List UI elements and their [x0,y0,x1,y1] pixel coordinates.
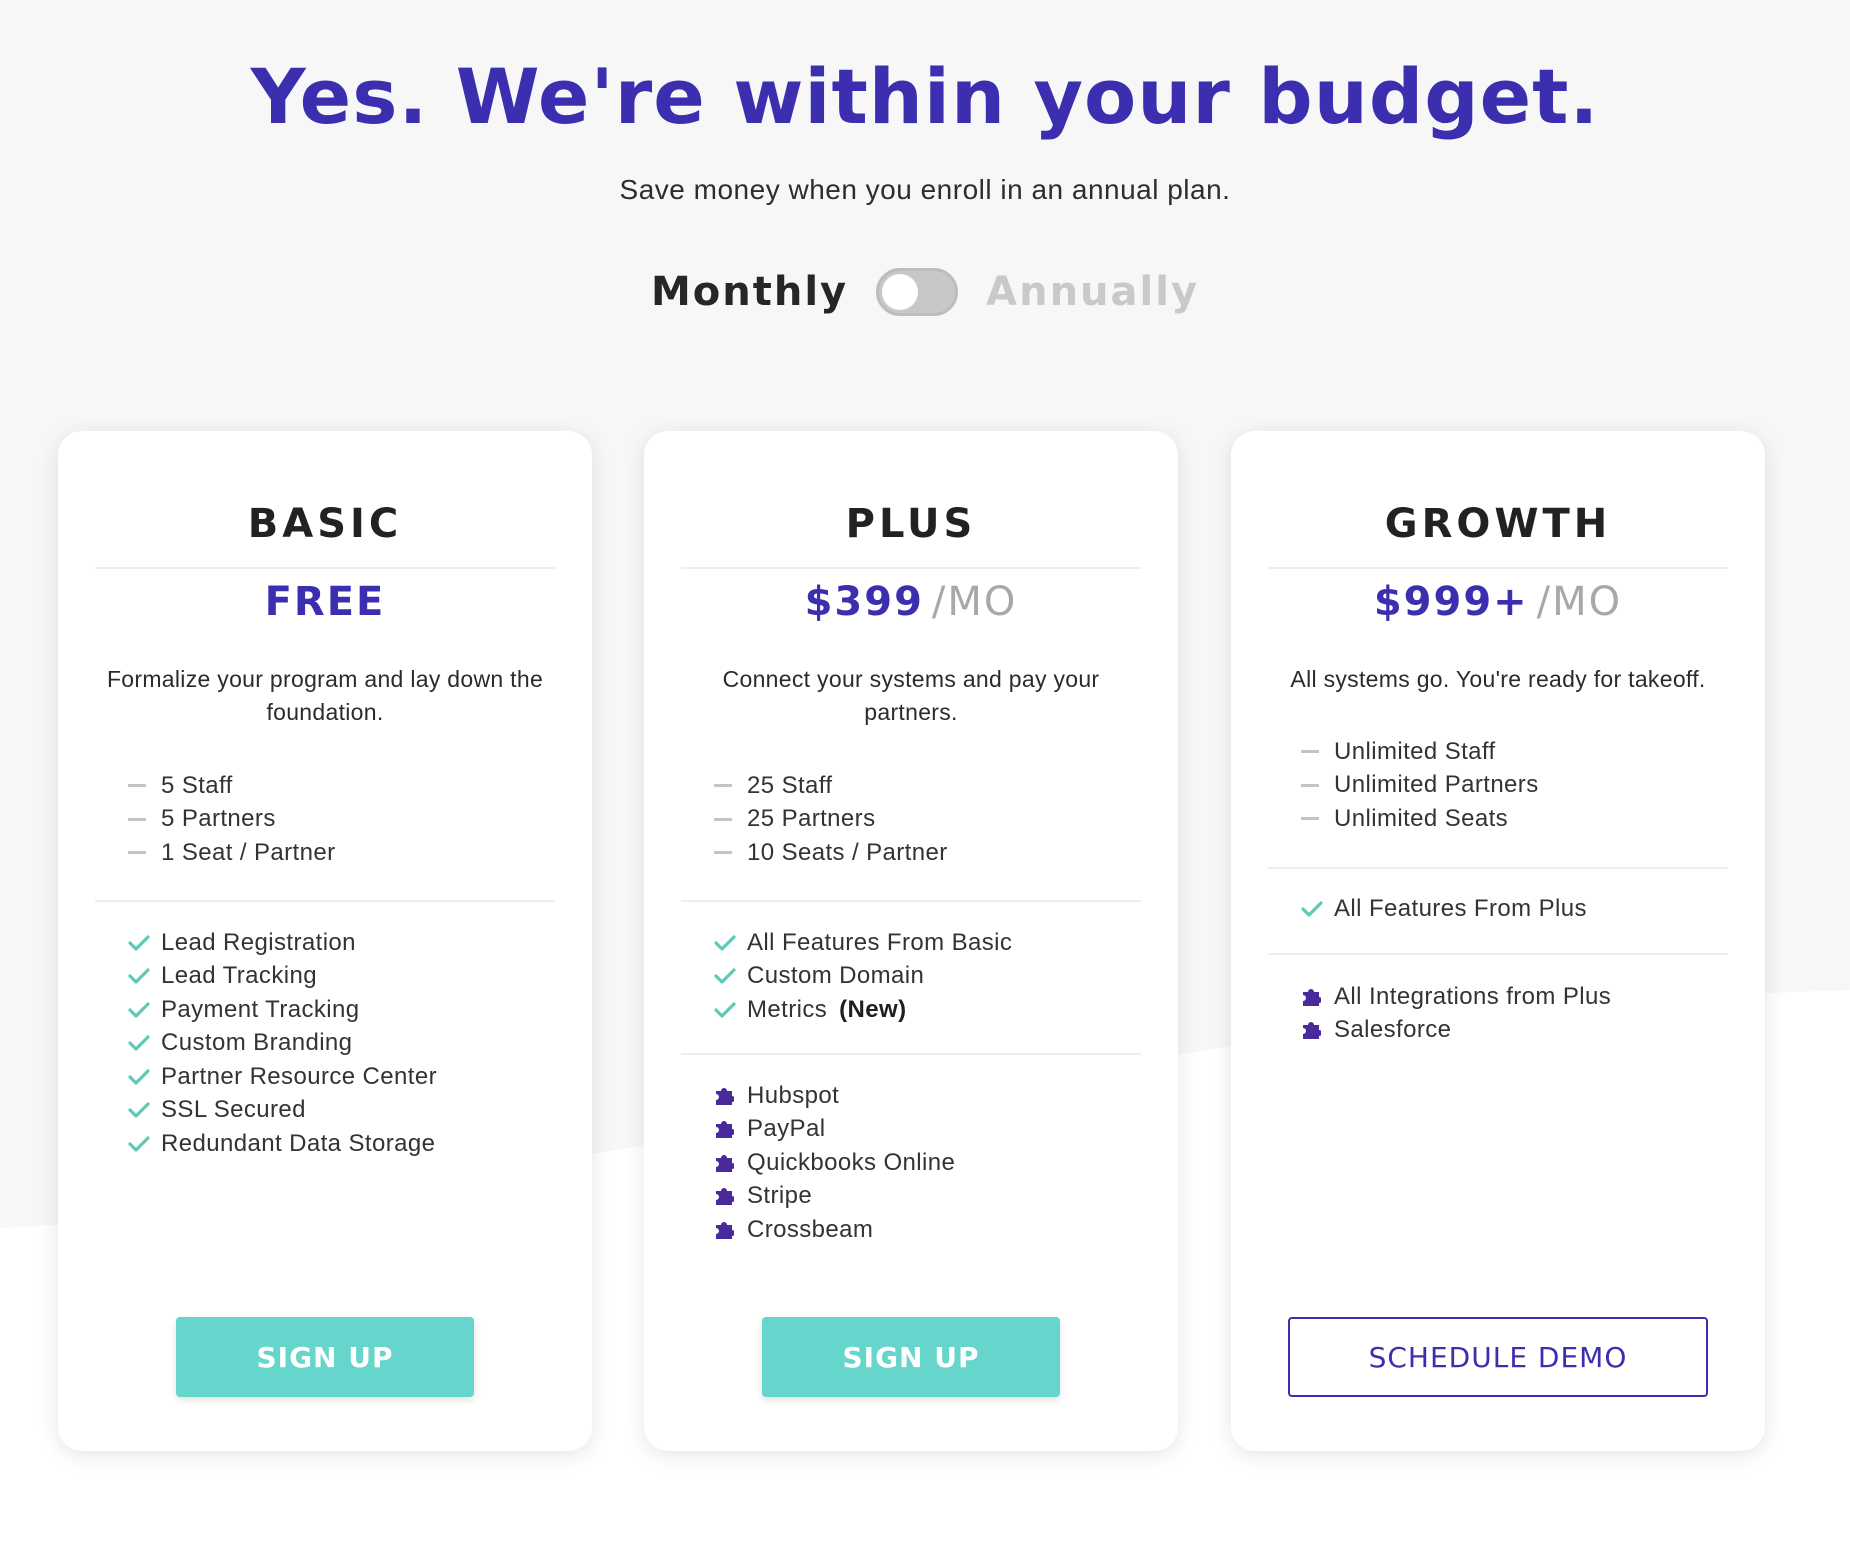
plan-price: $399/MO [644,579,1178,625]
billing-period-toggle: Monthly Annually [0,268,1850,316]
price-unit: /MO [931,579,1018,625]
check-icon [128,1069,150,1085]
check-icon [714,935,736,951]
price-amount: $399 [804,579,924,625]
check-icon [128,1102,150,1118]
schedule-demo-button[interactable]: SCHEDULE DEMO [1288,1317,1708,1397]
dash-icon [714,784,732,788]
plan-card-plus: PLUS $399/MO Connect your systems and pa… [644,431,1178,1451]
list-item: Crossbeam [714,1213,955,1247]
list-item: Hubspot [714,1079,955,1113]
dash-icon [1301,783,1319,787]
plan-description: All systems go. You're ready for takeoff… [1290,666,1706,692]
list-item: All Features From Basic [714,926,1012,960]
list-item: 10 Seats / Partner [714,836,948,870]
puzzle-icon [716,1221,734,1239]
check-icon [1301,901,1323,917]
dash-icon [128,851,146,855]
puzzle-icon [716,1087,734,1105]
list-item: 1 Seat / Partner [128,836,336,870]
list-item: Custom Branding [128,1027,437,1061]
list-item: 25 Partners [714,803,948,837]
check-icon [128,1136,150,1152]
list-item: Stripe [714,1180,955,1214]
dash-icon [714,817,732,821]
divider [681,900,1141,902]
divider [95,900,555,902]
list-item: Quickbooks Online [714,1146,955,1180]
puzzle-icon [716,1121,734,1139]
plan-description: Connect your systems and pay your partne… [722,666,1100,725]
divider [681,567,1141,569]
list-item: Unlimited Partners [1301,769,1539,803]
list-item: Lead Tracking [128,960,437,994]
plan-name: BASIC [247,501,403,547]
page-title: Yes. We're within your budget. [250,52,1600,141]
dash-icon [714,851,732,855]
puzzle-icon [716,1154,734,1172]
puzzle-icon [1303,1022,1321,1040]
list-item: Partner Resource Center [128,1060,437,1094]
switch-knob [882,274,919,310]
plan-price: FREE [58,579,592,625]
plan-card-growth: GROWTH $999+/MO All systems go. You're r… [1231,431,1765,1451]
list-item: 25 Staff [714,769,948,803]
plan-name: GROWTH [1384,501,1612,547]
billing-switch[interactable] [876,268,959,316]
plan-features: All Features From Basic Custom Domain Me… [714,926,1012,1027]
list-item: 5 Staff [128,769,336,803]
list-item: Lead Registration [128,926,437,960]
divider [95,567,555,569]
list-item: PayPal [714,1113,955,1147]
divider [1268,867,1728,869]
plan-price: $999+/MO [1231,579,1765,625]
puzzle-icon [716,1188,734,1206]
plan-description: Formalize your program and lay down the … [106,666,544,725]
check-icon [128,1035,150,1051]
list-item: Salesforce [1301,1014,1611,1048]
price-amount: FREE [264,579,386,625]
sign-up-button[interactable]: SIGN UP [176,1317,474,1397]
list-item: SSL Secured [128,1094,437,1128]
divider [681,1053,1141,1055]
sign-up-button[interactable]: SIGN UP [762,1317,1060,1397]
check-icon [128,1002,150,1018]
monthly-label[interactable]: Monthly [651,269,848,315]
list-item: All Features From Plus [1301,892,1587,926]
page-subtitle: Save money when you enroll in an annual … [619,174,1231,205]
plan-features: Lead Registration Lead Tracking Payment … [128,926,437,1161]
list-item: 5 Partners [128,803,336,837]
list-item: Unlimited Seats [1301,802,1539,836]
dash-icon [128,817,146,821]
plan-limits: Unlimited Staff Unlimited Partners Unlim… [1301,735,1539,836]
list-item: Metrics (New) [714,993,1012,1027]
check-icon [128,935,150,951]
new-badge: (New) [839,995,907,1023]
dash-icon [128,784,146,788]
check-icon [714,968,736,984]
plan-integrations: Hubspot PayPal Quickbooks Online Stripe … [714,1079,955,1247]
annually-label[interactable]: Annually [986,269,1199,315]
dash-icon [1301,750,1319,754]
list-item: Payment Tracking [128,993,437,1027]
dash-icon [1301,817,1319,821]
divider [1268,567,1728,569]
list-item: Unlimited Staff [1301,735,1539,769]
check-icon [714,1002,736,1018]
price-unit: /MO [1536,579,1623,625]
plan-limits: 5 Staff 5 Partners 1 Seat / Partner [128,769,336,870]
plan-features: All Features From Plus [1301,892,1587,926]
divider [1268,953,1728,955]
check-icon [128,968,150,984]
puzzle-icon [1303,988,1321,1006]
plan-integrations: All Integrations from Plus Salesforce [1301,980,1611,1047]
price-amount: $999+ [1373,579,1529,625]
plan-name: PLUS [845,501,977,547]
plan-limits: 25 Staff 25 Partners 10 Seats / Partner [714,769,948,870]
plan-card-basic: BASIC FREE Formalize your program and la… [58,431,592,1451]
list-item: Redundant Data Storage [128,1127,437,1161]
list-item: All Integrations from Plus [1301,980,1611,1014]
list-item: Custom Domain [714,960,1012,994]
